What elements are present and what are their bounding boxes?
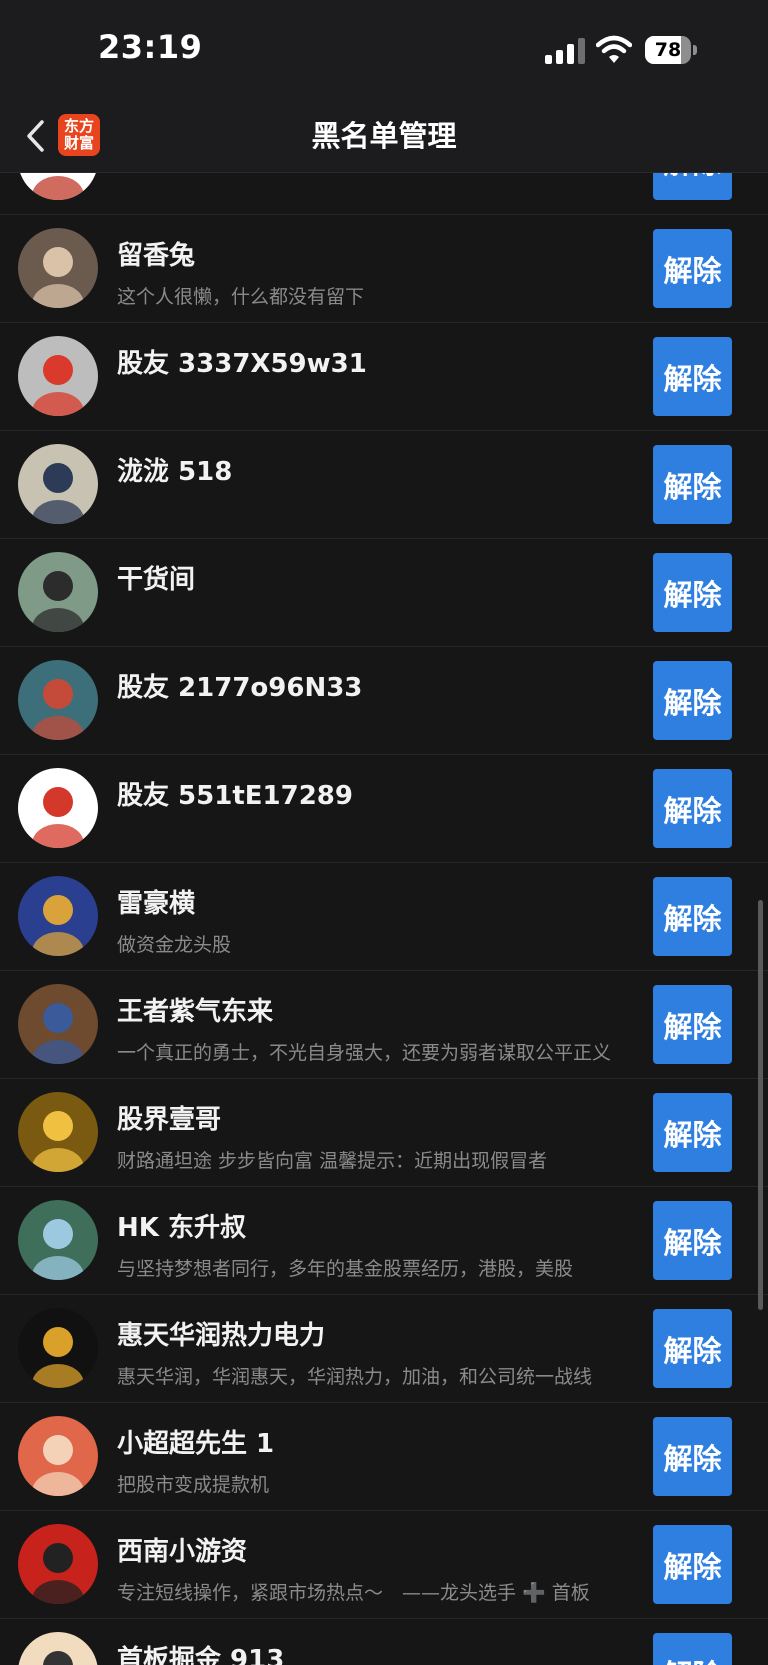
status-bar: 23:19 78 [0, 0, 768, 100]
user-bio: 这个人很懒，什么都没有留下 [117, 286, 365, 308]
avatar[interactable] [18, 1308, 98, 1388]
unblock-button[interactable]: 解除 [653, 985, 732, 1064]
unblock-button[interactable]: 解除 [653, 553, 732, 632]
blacklist-row: 股友 3337X59w31 解除 [0, 323, 768, 431]
unblock-button[interactable]: 解除 [653, 769, 732, 848]
unblock-button[interactable]: 解除 [653, 877, 732, 956]
user-name[interactable]: 泷泷 518 [117, 451, 232, 488]
avatar[interactable] [18, 1092, 98, 1172]
user-bio: 把股市变成提款机 [117, 1474, 270, 1496]
unblock-button[interactable]: 解除 [653, 1525, 732, 1604]
unblock-button[interactable]: 解除 [653, 1633, 732, 1665]
avatar-image [18, 984, 98, 1064]
nav-bar: 黑名单管理 东方 财富 [0, 100, 768, 173]
blacklist-row: 解除 [0, 173, 768, 215]
blacklist-row: 干货间 解除 [0, 539, 768, 647]
unblock-button[interactable]: 解除 [653, 229, 732, 308]
unblock-button[interactable]: 解除 [653, 173, 732, 200]
avatar[interactable] [18, 1524, 98, 1604]
clock: 23:19 [98, 28, 203, 66]
user-bio: 惠天华润，华润惠天，华润热力，加油，和公司统一战线 [117, 1366, 593, 1388]
blacklist-row: 股界壹哥 财路通坦途 步步皆向富 温馨提示：近期出现假冒者 解除 [0, 1079, 768, 1187]
avatar[interactable] [18, 1416, 98, 1496]
avatar-image [18, 1416, 98, 1496]
user-name[interactable]: 股友 2177o96N33 [117, 667, 362, 704]
user-bio: 与坚持梦想者同行，多年的基金股票经历，港股，美股 [117, 1258, 574, 1280]
blacklist-row: 西南小游资 专注短线操作，紧跟市场热点～ ——龙头选手 ➕ 首板 解除 [0, 1511, 768, 1619]
avatar[interactable] [18, 984, 98, 1064]
unblock-button[interactable]: 解除 [653, 1309, 732, 1388]
avatar[interactable] [18, 876, 98, 956]
blacklist[interactable]: 解除 留香兔 这个人很懒，什么都没有留下 解除 股友 3337X59w31 解除 [0, 173, 768, 1665]
user-bio: 财路通坦途 步步皆向富 温馨提示：近期出现假冒者 [117, 1150, 548, 1172]
app-logo: 东方 财富 [58, 114, 100, 156]
avatar-image [18, 552, 98, 632]
avatar-image [18, 660, 98, 740]
blacklist-row: 留香兔 这个人很懒，什么都没有留下 解除 [0, 215, 768, 323]
avatar-image [18, 228, 98, 308]
blacklist-row: 股友 551tE17289 解除 [0, 755, 768, 863]
avatar-image [18, 173, 98, 200]
avatar[interactable] [18, 336, 98, 416]
user-name[interactable]: 留香兔 [117, 235, 195, 272]
blacklist-row: 小超超先生 1 把股市变成提款机 解除 [0, 1403, 768, 1511]
page-title: 黑名单管理 [311, 119, 457, 153]
blacklist-items: 解除 留香兔 这个人很懒，什么都没有留下 解除 股友 3337X59w31 解除 [0, 173, 768, 1665]
unblock-button[interactable]: 解除 [653, 445, 732, 524]
user-name[interactable]: 惠天华润热力电力 [117, 1315, 325, 1352]
avatar-image [18, 444, 98, 524]
blacklist-row: 王者紫气东来 一个真正的勇士，不光自身强大，还要为弱者谋取公平正义 解除 [0, 971, 768, 1079]
user-name[interactable]: 小超超先生 1 [117, 1423, 274, 1460]
avatar[interactable] [18, 1632, 98, 1665]
avatar[interactable] [18, 660, 98, 740]
avatar-image [18, 1308, 98, 1388]
user-name[interactable]: 股界壹哥 [117, 1099, 221, 1136]
battery-level: 78 [654, 39, 682, 61]
avatar[interactable] [18, 1200, 98, 1280]
back-button[interactable] [22, 118, 52, 154]
blacklist-row: 股友 2177o96N33 解除 [0, 647, 768, 755]
user-bio: 做资金龙头股 [117, 934, 232, 956]
avatar[interactable] [18, 444, 98, 524]
battery-indicator: 78 [645, 36, 697, 66]
unblock-button[interactable]: 解除 [653, 337, 732, 416]
user-name[interactable]: 王者紫气东来 [117, 991, 273, 1028]
unblock-button[interactable]: 解除 [653, 1417, 732, 1496]
avatar[interactable] [18, 173, 98, 200]
user-name[interactable]: 股友 551tE17289 [117, 775, 353, 812]
avatar-image [18, 876, 98, 956]
wifi-icon [596, 35, 632, 63]
avatar[interactable] [18, 228, 98, 308]
avatar-image [18, 1200, 98, 1280]
logo-text-top: 东方 [63, 117, 94, 135]
user-name[interactable]: 股友 3337X59w31 [117, 343, 367, 380]
logo-text-bottom: 财富 [63, 134, 94, 152]
user-bio: 专注短线操作，紧跟市场热点～ ——龙头选手 ➕ 首板 [117, 1582, 590, 1604]
user-name[interactable]: 干货间 [117, 559, 195, 596]
unblock-button[interactable]: 解除 [653, 661, 732, 740]
user-name[interactable]: 雷豪横 [117, 883, 195, 920]
battery-icon: 78 [645, 36, 691, 64]
avatar-image [18, 1632, 98, 1665]
cellular-signal-icon [545, 38, 585, 64]
blacklist-row: 首板掘金 913 解除 [0, 1619, 768, 1665]
avatar[interactable] [18, 768, 98, 848]
blacklist-row: 雷豪横 做资金龙头股 解除 [0, 863, 768, 971]
unblock-button[interactable]: 解除 [653, 1201, 732, 1280]
battery-cap [693, 45, 697, 55]
avatar-image [18, 768, 98, 848]
user-name[interactable]: 首板掘金 913 [117, 1639, 284, 1665]
avatar-image [18, 336, 98, 416]
blacklist-row: HK 东升叔 与坚持梦想者同行，多年的基金股票经历，港股，美股 解除 [0, 1187, 768, 1295]
avatar-image [18, 1524, 98, 1604]
user-bio: 一个真正的勇士，不光自身强大，还要为弱者谋取公平正义 [117, 1042, 612, 1064]
blacklist-row: 泷泷 518 解除 [0, 431, 768, 539]
avatar-image [18, 1092, 98, 1172]
unblock-button[interactable]: 解除 [653, 1093, 732, 1172]
blacklist-row: 惠天华润热力电力 惠天华润，华润惠天，华润热力，加油，和公司统一战线 解除 [0, 1295, 768, 1403]
user-name[interactable]: 西南小游资 [117, 1531, 247, 1568]
user-name[interactable]: HK 东升叔 [117, 1207, 246, 1244]
scrollbar[interactable] [758, 900, 763, 1310]
avatar[interactable] [18, 552, 98, 632]
